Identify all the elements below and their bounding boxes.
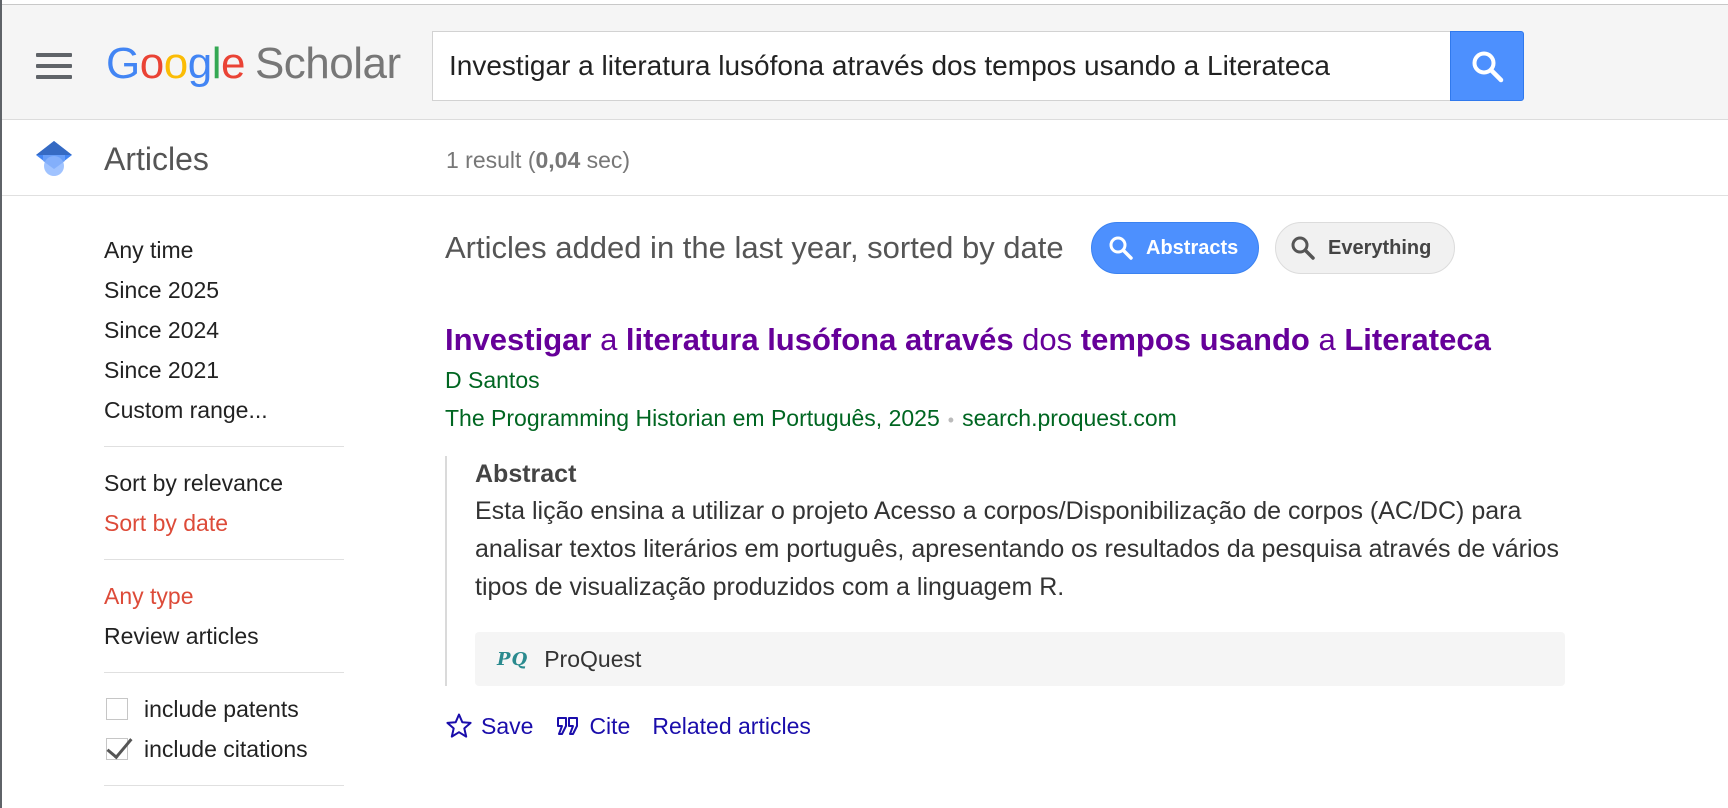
filter-description: Articles added in the last year, sorted … [445,230,1064,265]
type-review-articles[interactable]: Review articles [104,616,344,656]
page-title: Articles [104,141,209,177]
filter-since-2024[interactable]: Since 2024 [104,310,344,350]
search-box [432,31,1452,101]
proquest-icon: PQ [497,648,529,670]
sidebar-divider [104,446,344,447]
abstract-heading: Abstract [475,460,577,488]
search-result: Investigar a literatura lusófona através… [445,320,1595,746]
provider-name: ProQuest [544,645,642,672]
checkbox-unchecked[interactable] [106,698,128,720]
result-title-link[interactable]: Investigar a literatura lusófona através… [445,320,1595,360]
search-icon [1472,51,1504,83]
sidebar-divider [104,559,344,560]
save-button[interactable]: Save [445,712,533,740]
result-source: The Programming Historian em Português, … [445,405,1177,431]
abstract-block: Abstract Esta lição ensina a utilizar o … [445,456,1567,686]
type-any[interactable]: Any type [104,576,344,616]
search-icon [1109,236,1133,260]
quote-icon [557,717,579,735]
sort-by-date[interactable]: Sort by date [104,503,344,543]
abstracts-chip[interactable]: Abstracts [1091,222,1259,274]
result-author-link[interactable]: D Santos [445,362,1595,398]
results-main: Articles added in the last year, sorted … [445,220,1595,739]
filter-row: Articles added in the last year, sorted … [445,220,1595,276]
filter-any-time[interactable]: Any time [104,230,344,270]
star-icon [446,713,472,738]
result-domain-link[interactable]: search.proquest.com [962,405,1177,431]
search-button[interactable] [1450,31,1524,101]
sort-by-relevance[interactable]: Sort by relevance [104,463,344,503]
everything-chip[interactable]: Everything [1275,222,1455,274]
filter-custom-range[interactable]: Custom range... [104,390,344,430]
google-scholar-logo[interactable]: Google Scholar [106,39,401,89]
sub-header: Articles 1 result (0,04 sec) [2,121,1728,196]
filter-since-2021[interactable]: Since 2021 [104,350,344,390]
search-icon [1291,236,1315,260]
include-citations-checkbox[interactable]: include citations [104,729,344,769]
include-patents-checkbox[interactable]: include patents [104,689,344,729]
related-articles-link[interactable]: Related articles [652,713,811,740]
search-input[interactable] [449,32,1429,100]
abstract-text: Esta lição ensina a utilizar o projeto A… [475,497,1559,601]
proquest-link[interactable]: PQ ProQuest [475,632,1565,686]
cite-button[interactable]: Cite [555,713,630,740]
result-actions: Save Cite Related articles [445,706,1595,746]
top-header: Google Scholar [2,4,1728,120]
hamburger-menu-icon[interactable] [36,53,72,79]
result-count: 1 result (0,04 sec) [446,147,631,173]
sidebar-divider [104,785,344,786]
sidebar-divider [104,672,344,673]
filters-sidebar: Any time Since 2025 Since 2024 Since 202… [104,230,344,802]
graduation-cap-icon [36,141,72,176]
checkbox-checked[interactable] [106,738,128,760]
filter-since-2025[interactable]: Since 2025 [104,270,344,310]
